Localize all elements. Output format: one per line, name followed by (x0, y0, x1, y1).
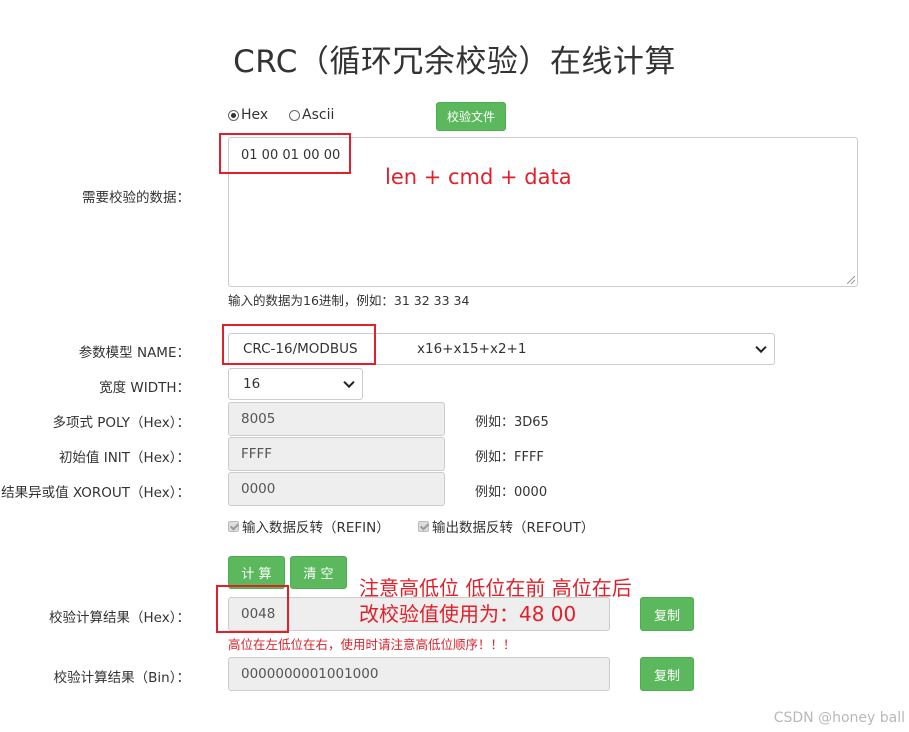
xorout-example: 例如：0000 (475, 485, 548, 500)
watermark: CSDN @honey ball (773, 710, 905, 726)
copy-hex-button[interactable]: 复制 (640, 597, 694, 631)
data-hint: 输入的数据为16进制，例如：31 32 33 34 (228, 293, 470, 308)
page-title: CRC（循环冗余校验）在线计算 (233, 44, 676, 80)
model-label: 参数模型 NAME： (78, 345, 190, 361)
poly-label: 多项式 POLY（Hex）： (52, 415, 191, 431)
xorout-field[interactable]: 0000 (228, 472, 445, 506)
refin-label: 输入数据反转（REFIN） (242, 520, 390, 536)
refin-checkbox[interactable]: 输入数据反转（REFIN） (228, 516, 390, 536)
highlight-box-model (222, 324, 376, 365)
width-value: 16 (243, 376, 261, 392)
chevron-down-icon (343, 376, 355, 389)
result-bin-value: 0000000001001000 (241, 666, 379, 682)
data-label: 需要校验的数据： (82, 190, 190, 206)
result-bin-label: 校验计算结果（Bin）： (53, 670, 190, 686)
init-field[interactable]: FFFF (228, 437, 445, 471)
clear-button[interactable]: 清 空 (290, 556, 347, 589)
poly-field[interactable]: 8005 (228, 402, 445, 436)
width-select[interactable]: 16 (228, 368, 363, 400)
chevron-down-icon (755, 341, 767, 354)
init-example: 例如：FFFF (475, 450, 544, 465)
checkbox-checked-icon (228, 520, 239, 532)
annotation-order-note: 注意高低位 低位在前 高位在后 (359, 576, 632, 600)
byte-order-warning: 高位在左低位在右，使用时请注意高低位顺序！！！ (228, 637, 516, 652)
result-bin-field[interactable]: 0000000001001000 (228, 657, 610, 691)
resize-handle-icon[interactable] (847, 276, 855, 284)
init-value: FFFF (241, 446, 273, 462)
ascii-radio-label: Ascii (302, 107, 335, 123)
highlight-box-data (219, 133, 351, 174)
model-formula: x16+x15+x2+1 (417, 341, 527, 357)
radio-selected-icon (228, 109, 239, 121)
xorout-label: 结果异或值 XOROUT（Hex）： (1, 485, 190, 501)
refout-checkbox[interactable]: 输出数据反转（REFOUT） (418, 516, 594, 536)
hex-radio[interactable]: Hex (228, 107, 268, 123)
highlight-box-result (216, 585, 289, 633)
radio-unselected-icon (289, 109, 300, 121)
poly-value: 8005 (241, 411, 276, 427)
width-label: 宽度 WIDTH： (99, 380, 190, 396)
check-file-button[interactable]: 校验文件 (436, 102, 506, 131)
xorout-value: 0000 (241, 481, 276, 497)
init-label: 初始值 INIT（Hex）： (58, 450, 190, 466)
result-hex-label: 校验计算结果（Hex）： (49, 610, 190, 626)
annotation-data-note: len + cmd + data (385, 165, 572, 189)
refout-label: 输出数据反转（REFOUT） (432, 520, 595, 536)
copy-bin-button[interactable]: 复制 (640, 657, 694, 691)
hex-radio-label: Hex (241, 107, 269, 123)
poly-example: 例如：3D65 (475, 415, 549, 430)
checkbox-checked-icon (418, 520, 429, 532)
annotation-value-note: 改校验值使用为：48 00 (359, 602, 577, 626)
ascii-radio[interactable]: Ascii (289, 107, 334, 123)
